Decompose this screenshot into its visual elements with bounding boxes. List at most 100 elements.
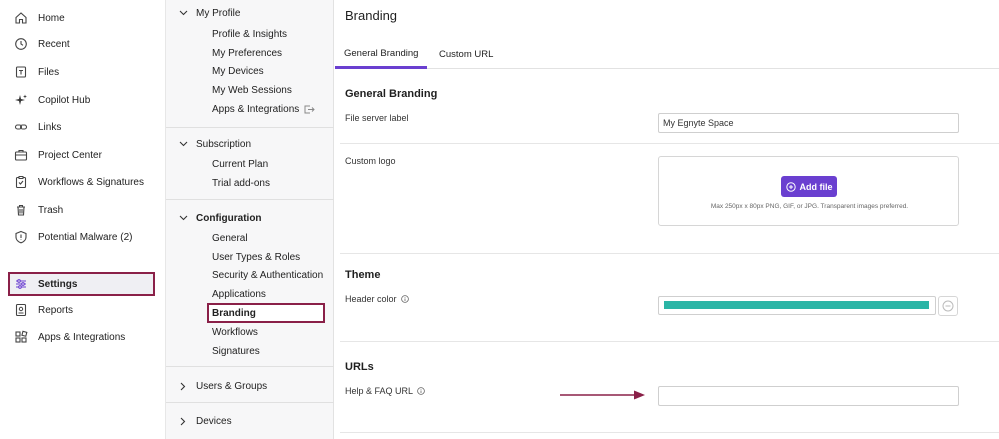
tree-item-my-devices[interactable]: My Devices — [212, 63, 264, 79]
briefcase-icon — [12, 146, 30, 164]
nav-label: Trash — [38, 204, 64, 216]
nav-label: Potential Malware (2) — [38, 231, 133, 243]
tree-group-label: My Profile — [196, 7, 241, 19]
chevron-down-icon — [176, 215, 190, 221]
tree-group-label: Configuration — [196, 212, 262, 224]
nav-item-recent[interactable]: Recent — [8, 32, 156, 56]
tree-group-my-profile[interactable]: My Profile — [176, 4, 326, 22]
section-title-theme: Theme — [345, 269, 381, 281]
tree-item-my-preferences[interactable]: My Preferences — [212, 45, 282, 61]
nav-item-settings[interactable]: Settings — [8, 272, 155, 296]
nav-label: Recent — [38, 38, 70, 50]
tab-bar: General Branding Custom URL — [335, 40, 999, 69]
header-color-label-text: Header color — [345, 294, 397, 304]
left-navigation: Home Recent Files Copilot Hub Links Proj… — [0, 0, 166, 439]
tree-group-users-groups[interactable]: Users & Groups — [176, 377, 326, 395]
tree-item-branding[interactable]: Branding — [207, 303, 325, 323]
nav-item-copilot-hub[interactable]: Copilot Hub — [8, 88, 156, 112]
report-icon — [12, 301, 30, 319]
plus-circle-icon — [785, 181, 796, 192]
file-server-label: File server label — [345, 113, 409, 123]
upload-hint: Max 250px x 80px PNG, GIF, or JPG. Trans… — [710, 203, 909, 210]
files-icon — [12, 63, 30, 81]
header-color-label: Header color — [345, 294, 409, 304]
nav-label: Links — [38, 121, 62, 133]
tree-item-profile-insights[interactable]: Profile & Insights — [212, 26, 287, 42]
nav-item-apps-integrations[interactable]: Apps & Integrations — [8, 325, 156, 349]
tree-item-my-web-sessions[interactable]: My Web Sessions — [212, 82, 292, 98]
add-file-button[interactable]: Add file — [781, 176, 837, 197]
link-icon — [12, 118, 30, 136]
tree-item-user-types-roles[interactable]: User Types & Roles — [212, 249, 300, 265]
tree-item-workflows[interactable]: Workflows — [212, 324, 258, 340]
nav-item-trash[interactable]: Trash — [8, 198, 156, 222]
tree-item-general[interactable]: General — [212, 230, 248, 246]
chevron-right-icon — [176, 417, 190, 426]
file-server-input[interactable] — [658, 113, 959, 133]
sparkle-icon — [12, 91, 30, 109]
tab-custom-url[interactable]: Custom URL — [439, 40, 493, 69]
main-content: Branding General Branding Custom URL Gen… — [335, 0, 999, 439]
nav-label: Project Center — [38, 149, 102, 161]
external-link-icon — [304, 105, 315, 114]
nav-item-workflows-signatures[interactable]: Workflows & Signatures — [8, 170, 156, 194]
trash-icon — [12, 201, 30, 219]
tree-divider — [166, 366, 334, 367]
tree-item-label: Apps & Integrations — [212, 103, 300, 115]
info-icon[interactable] — [417, 387, 425, 395]
shield-icon — [12, 228, 30, 246]
help-faq-url-label-text: Help & FAQ URL — [345, 386, 414, 396]
tree-item-trial-addons[interactable]: Trial add-ons — [212, 175, 270, 191]
home-icon — [12, 9, 30, 27]
tree-item-current-plan[interactable]: Current Plan — [212, 156, 268, 172]
tree-group-subscription[interactable]: Subscription — [176, 135, 326, 153]
page-title: Branding — [345, 8, 398, 23]
nav-item-project-center[interactable]: Project Center — [8, 143, 156, 167]
nav-label: Apps & Integrations — [38, 331, 126, 343]
tree-group-devices[interactable]: Devices — [176, 412, 326, 430]
help-faq-url-input[interactable] — [658, 386, 959, 406]
tab-general-branding[interactable]: General Branding — [335, 40, 428, 69]
tree-group-label: Subscription — [196, 138, 252, 150]
divider — [340, 341, 999, 342]
chevron-down-icon — [176, 10, 190, 16]
nav-item-files[interactable]: Files — [8, 60, 156, 84]
divider — [340, 253, 999, 254]
logo-upload-dropzone[interactable]: Add file Max 250px x 80px PNG, GIF, or J… — [658, 156, 959, 226]
divider — [340, 432, 999, 433]
nav-item-potential-malware[interactable]: Potential Malware (2) — [8, 225, 156, 249]
info-icon[interactable] — [400, 295, 409, 303]
nav-label: Home — [38, 12, 65, 24]
tree-divider — [166, 199, 334, 200]
nav-item-home[interactable]: Home — [8, 6, 156, 30]
section-title-general-branding: General Branding — [345, 88, 438, 100]
nav-label: Workflows & Signatures — [38, 176, 144, 188]
nav-label: Reports — [38, 304, 74, 316]
settings-tree: My Profile Profile & Insights My Prefere… — [166, 0, 334, 439]
chevron-down-icon — [176, 141, 190, 147]
reset-color-button[interactable] — [938, 296, 958, 316]
tree-divider — [166, 127, 334, 128]
tree-item-applications[interactable]: Applications — [212, 286, 266, 302]
tree-item-security-authentication[interactable]: Security & Authentication — [212, 267, 323, 283]
sliders-icon — [12, 275, 30, 293]
nav-label: Settings — [38, 278, 78, 290]
tree-group-label: Devices — [196, 415, 232, 427]
tree-item-apps-integrations[interactable]: Apps & Integrations — [212, 101, 315, 117]
add-file-label: Add file — [799, 181, 833, 192]
tree-item-signatures[interactable]: Signatures — [212, 343, 260, 359]
header-color-swatch — [664, 301, 929, 309]
tree-group-configuration[interactable]: Configuration — [176, 209, 326, 227]
custom-logo-label: Custom logo — [345, 156, 396, 166]
header-color-field[interactable] — [658, 296, 936, 315]
clipboard-check-icon — [12, 173, 30, 191]
help-faq-url-label: Help & FAQ URL — [345, 386, 425, 396]
annotation-arrow-icon — [560, 390, 645, 400]
nav-item-reports[interactable]: Reports — [8, 298, 156, 322]
nav-item-links[interactable]: Links — [8, 115, 156, 139]
minus-circle-icon — [942, 300, 954, 312]
chevron-right-icon — [176, 382, 190, 391]
apps-icon — [12, 328, 30, 346]
divider — [340, 143, 999, 144]
nav-label: Files — [38, 66, 60, 78]
